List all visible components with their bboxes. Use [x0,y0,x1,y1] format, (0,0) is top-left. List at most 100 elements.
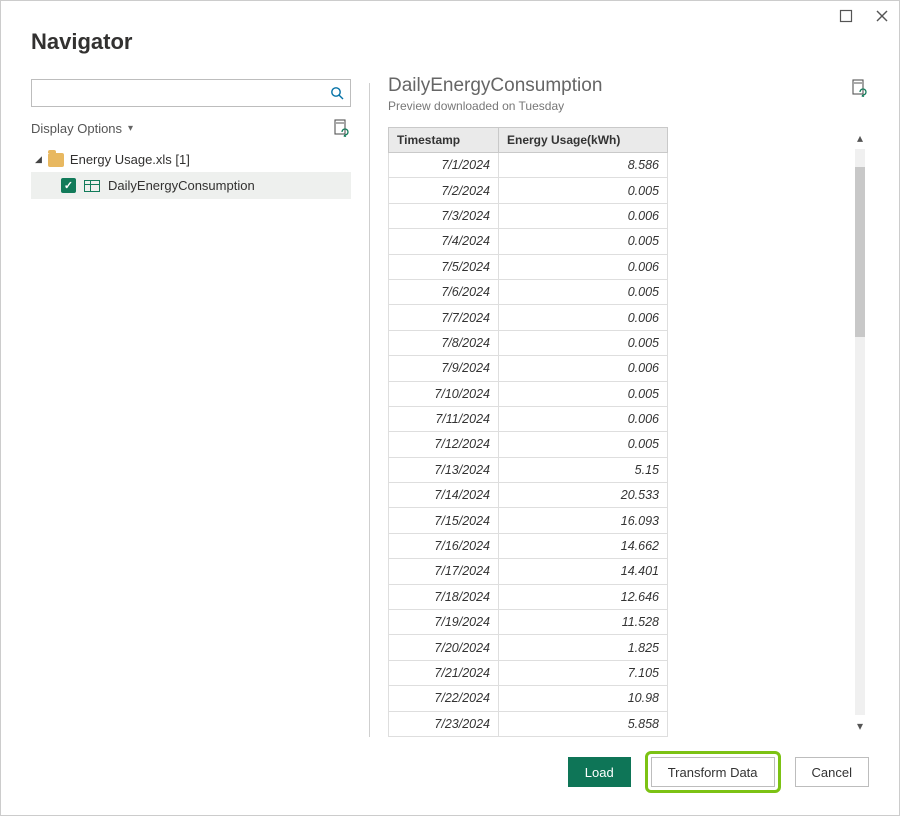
table-row[interactable]: 7/11/20240.006 [389,406,668,431]
transform-highlight: Transform Data [645,751,781,793]
tree-file-node[interactable]: ◢ Energy Usage.xls [1] [31,147,351,172]
cell-timestamp: 7/7/2024 [389,305,499,330]
vertical-divider [369,83,370,737]
cell-energy: 16.093 [499,508,668,533]
cell-energy: 11.528 [499,610,668,635]
transform-data-button[interactable]: Transform Data [651,757,775,787]
cell-energy: 8.586 [499,153,668,178]
right-pane: DailyEnergyConsumption Preview downloade… [388,65,869,737]
window-controls [837,7,891,25]
cell-timestamp: 7/12/2024 [389,432,499,457]
display-options-label: Display Options [31,121,122,136]
close-icon[interactable] [873,7,891,25]
cell-energy: 0.006 [499,254,668,279]
column-header-energy[interactable]: Energy Usage(kWh) [499,128,668,153]
expand-icon[interactable]: ◢ [35,154,42,165]
cell-timestamp: 7/15/2024 [389,508,499,533]
cell-timestamp: 7/16/2024 [389,533,499,558]
cell-energy: 0.006 [499,305,668,330]
scroll-track[interactable] [855,149,865,715]
vertical-scrollbar[interactable]: ▴ ▾ [851,127,869,737]
preview-subtitle: Preview downloaded on Tuesday [388,99,602,113]
cell-energy: 10.98 [499,686,668,711]
table-row[interactable]: 7/20/20241.825 [389,635,668,660]
load-button[interactable]: Load [568,757,631,787]
cell-energy: 7.105 [499,660,668,685]
maximize-icon[interactable] [837,7,855,25]
table-icon [84,180,100,192]
cell-timestamp: 7/21/2024 [389,660,499,685]
table-row[interactable]: 7/18/202412.646 [389,584,668,609]
table-row[interactable]: 7/23/20245.858 [389,711,668,736]
cell-timestamp: 7/20/2024 [389,635,499,660]
table-row[interactable]: 7/21/20247.105 [389,660,668,685]
cell-timestamp: 7/22/2024 [389,686,499,711]
table-row[interactable]: 7/13/20245.15 [389,457,668,482]
table-row[interactable]: 7/15/202416.093 [389,508,668,533]
table-row[interactable]: 7/10/20240.005 [389,381,668,406]
cell-timestamp: 7/10/2024 [389,381,499,406]
cell-timestamp: 7/14/2024 [389,483,499,508]
search-icon[interactable] [330,86,344,100]
table-row[interactable]: 7/14/202420.533 [389,483,668,508]
cell-timestamp: 7/19/2024 [389,610,499,635]
cell-energy: 0.005 [499,432,668,457]
cell-timestamp: 7/18/2024 [389,584,499,609]
cell-energy: 0.006 [499,356,668,381]
table-row[interactable]: 7/19/202411.528 [389,610,668,635]
navigator-dialog: Navigator Display Options ▾ [0,0,900,816]
scroll-thumb[interactable] [855,167,865,337]
table-row[interactable]: 7/22/202410.98 [389,686,668,711]
cell-energy: 0.005 [499,381,668,406]
cell-energy: 14.401 [499,559,668,584]
cell-timestamp: 7/6/2024 [389,279,499,304]
cell-energy: 12.646 [499,584,668,609]
table-row[interactable]: 7/17/202414.401 [389,559,668,584]
refresh-preview-icon[interactable] [851,79,869,97]
cell-timestamp: 7/4/2024 [389,229,499,254]
search-box[interactable] [31,79,351,107]
folder-icon [48,153,64,167]
cell-timestamp: 7/11/2024 [389,406,499,431]
cell-energy: 14.662 [499,533,668,558]
cell-energy: 0.005 [499,178,668,203]
tree-table-node[interactable]: ✓ DailyEnergyConsumption [31,172,351,199]
cell-energy: 1.825 [499,635,668,660]
cell-timestamp: 7/8/2024 [389,330,499,355]
table-row[interactable]: 7/2/20240.005 [389,178,668,203]
table-row[interactable]: 7/4/20240.005 [389,229,668,254]
tree-table-label: DailyEnergyConsumption [108,178,255,193]
dialog-title: Navigator [1,1,899,65]
cell-timestamp: 7/1/2024 [389,153,499,178]
cell-energy: 0.005 [499,279,668,304]
table-row[interactable]: 7/9/20240.006 [389,356,668,381]
cell-energy: 5.858 [499,711,668,736]
cell-energy: 0.005 [499,229,668,254]
table-row[interactable]: 7/3/20240.006 [389,203,668,228]
search-input[interactable] [32,80,320,106]
preview-table: Timestamp Energy Usage(kWh) 7/1/20248.58… [388,127,668,737]
scroll-down-icon[interactable]: ▾ [857,719,863,733]
cell-timestamp: 7/23/2024 [389,711,499,736]
cancel-button[interactable]: Cancel [795,757,869,787]
cell-timestamp: 7/17/2024 [389,559,499,584]
display-options-dropdown[interactable]: Display Options ▾ [31,121,133,136]
cell-timestamp: 7/3/2024 [389,203,499,228]
column-header-timestamp[interactable]: Timestamp [389,128,499,153]
table-row[interactable]: 7/6/20240.005 [389,279,668,304]
scroll-up-icon[interactable]: ▴ [857,131,863,145]
checkbox-checked-icon[interactable]: ✓ [61,178,76,193]
navigator-tree: ◢ Energy Usage.xls [1] ✓ DailyEnergyCons… [31,147,351,199]
table-row[interactable]: 7/16/202414.662 [389,533,668,558]
table-row[interactable]: 7/5/20240.006 [389,254,668,279]
left-pane: Display Options ▾ ◢ Energy Usage.xls [1]… [31,65,351,737]
refresh-left-icon[interactable] [333,119,351,137]
cell-energy: 0.006 [499,406,668,431]
table-row[interactable]: 7/7/20240.006 [389,305,668,330]
table-row[interactable]: 7/1/20248.586 [389,153,668,178]
cell-timestamp: 7/9/2024 [389,356,499,381]
table-row[interactable]: 7/12/20240.005 [389,432,668,457]
dialog-footer: Load Transform Data Cancel [1,737,899,815]
table-row[interactable]: 7/8/20240.005 [389,330,668,355]
chevron-down-icon: ▾ [128,123,133,134]
